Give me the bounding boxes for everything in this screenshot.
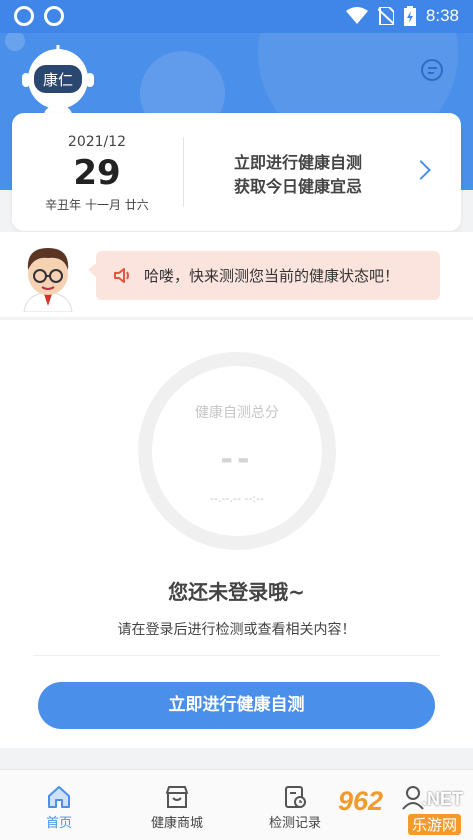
tip-text: 哈喽，快来测测您当前的健康状态吧！ (144, 267, 400, 285)
watermark-site: 乐游网 (408, 814, 462, 835)
cta-line-1: 立即进行健康自测 (234, 153, 363, 172)
nav-label: 健康商城 (150, 816, 203, 831)
date-display: 2021/12 29 辛丑年 十一月 廿六 (12, 113, 182, 231)
divider (33, 655, 440, 656)
self-test-link[interactable]: 立即进行健康自测 获取今日健康宜忌 (234, 151, 362, 199)
login-prompt-title: 您还未登录哦~ (168, 580, 305, 604)
score-ring: 健康自测总分 -- --.--.-- --:-- (138, 352, 336, 550)
record-icon (285, 786, 306, 808)
nav-label: 首页 (45, 816, 72, 831)
robot-badge-text: 康仁 (43, 71, 73, 89)
app-notification-icon (44, 6, 64, 26)
system-icons: 8:38 (345, 6, 459, 26)
day-number: 29 (73, 153, 121, 193)
clock: 8:38 (425, 6, 459, 25)
speaker-icon (114, 268, 129, 283)
status-bar: 8:38 (0, 0, 473, 33)
wifi-icon (345, 7, 368, 24)
start-self-test-button[interactable]: 立即进行健康自测 (38, 682, 435, 729)
year-month: 2021/12 (67, 134, 127, 150)
watermark-brand: 962 (338, 786, 384, 816)
doctor-mascot-avatar (23, 248, 73, 312)
home-icon (48, 786, 70, 808)
app-notification-icon (14, 6, 34, 26)
site-watermark: 962 .NET 乐游网 (330, 780, 473, 840)
tip-bubble: 哈喽，快来测测您当前的健康状态吧！ (88, 251, 440, 300)
nav-item-store[interactable]: 健康商城 (118, 770, 236, 840)
lunar-date: 辛丑年 十一月 廿六 (45, 198, 149, 212)
battery-charging-icon (403, 6, 416, 26)
nav-item-home[interactable]: 首页 (0, 770, 118, 840)
score-panel: 健康自测总分 -- --.--.-- --:-- 您还未登录哦~ 请在登录后进行… (0, 320, 473, 748)
score-date: --.--.-- --:-- (210, 492, 264, 505)
daily-health-card: 2021/12 29 辛丑年 十一月 廿六 立即进行健康自测 获取今日健康宜忌 (12, 113, 461, 231)
store-icon (166, 786, 188, 808)
cta-line-2: 获取今日健康宜忌 (234, 177, 363, 196)
notification-icons (14, 6, 64, 26)
message-icon[interactable] (421, 59, 443, 81)
watermark-tld: .NET (422, 789, 464, 809)
tip-row: 哈喽，快来测测您当前的健康状态吧！ (0, 232, 473, 317)
divider (183, 137, 184, 207)
no-sim-icon (377, 7, 394, 25)
login-prompt-subtitle: 请在登录后进行检测或查看相关内容！ (117, 622, 356, 638)
score-value: -- (220, 442, 254, 477)
score-label: 健康自测总分 (195, 405, 279, 421)
chevron-right-icon[interactable] (411, 160, 431, 180)
